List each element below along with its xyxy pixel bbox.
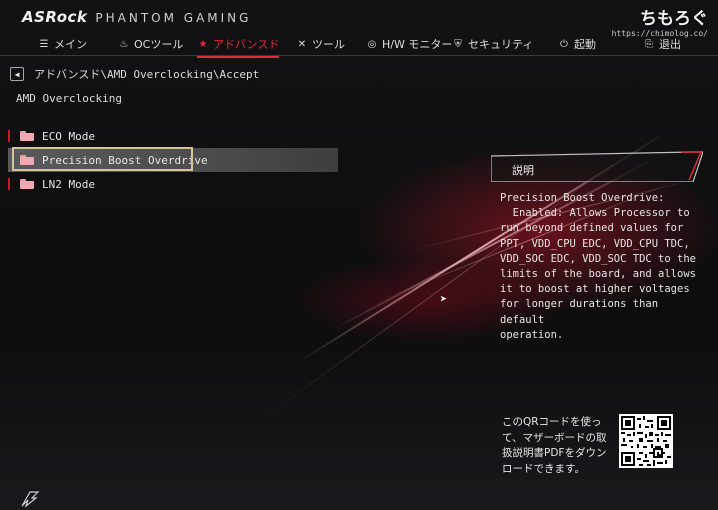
back-arrow-icon: ◀ bbox=[14, 69, 20, 79]
nav-tab-label: 起動 bbox=[574, 38, 596, 51]
list-icon: ☰ bbox=[39, 38, 49, 50]
nav-tab-label: ツール bbox=[312, 38, 345, 51]
nav-tab-oc-tools[interactable]: ♨ OCツール bbox=[118, 36, 184, 52]
nav-tab-boot[interactable]: ⏻ 起動 bbox=[558, 36, 596, 52]
flame-icon: ♨ bbox=[119, 38, 129, 50]
nav-tab-label: セキュリティ bbox=[468, 38, 534, 51]
nav-tab-label: OCツール bbox=[134, 38, 184, 51]
nav-tab-advanced[interactable]: ★ アドバンスド bbox=[197, 36, 280, 58]
page-title: AMD Overclocking bbox=[16, 92, 122, 105]
star-icon: ★ bbox=[198, 38, 208, 50]
main-nav: ☰ メイン ♨ OCツール ★ アドバンスド ✕ ツール ◎ H/W モニター … bbox=[0, 33, 718, 58]
menu-item-precision-boost-overdrive[interactable]: Precision Boost Overdrive bbox=[8, 147, 338, 172]
qr-note: このQRコードを使って、マザーボードの取扱説明書PDFをダウンロードできます。 bbox=[502, 416, 607, 475]
tools-icon: ✕ bbox=[297, 38, 307, 50]
menu-item-label: LN2 Mode bbox=[42, 177, 95, 191]
qr-code bbox=[619, 414, 673, 468]
nav-tab-label: メイン bbox=[54, 38, 87, 51]
breadcrumb-path: アドバンスド\AMD Overclocking\Accept bbox=[34, 68, 260, 81]
nav-tab-exit[interactable]: ⎘ 退出 bbox=[643, 36, 681, 52]
nav-tab-label: アドバンスド bbox=[213, 38, 280, 51]
menu-item-ln2-mode[interactable]: LN2 Mode bbox=[8, 172, 338, 196]
product-line: PHANTOM GAMING bbox=[95, 11, 252, 25]
item-marker bbox=[8, 130, 10, 142]
brand-name: ASRock bbox=[22, 8, 88, 26]
settings-menu: ECO Mode Precision Boost Overdrive LN2 M… bbox=[8, 124, 338, 196]
folder-icon bbox=[20, 131, 34, 141]
phantom-gaming-icon bbox=[21, 491, 40, 508]
monitor-gauge-icon: ◎ bbox=[367, 38, 377, 50]
asrock-logo: ASRock PHANTOM GAMING bbox=[22, 8, 251, 26]
power-icon: ⏻ bbox=[560, 38, 568, 50]
breadcrumb: ◀ アドバンスド\AMD Overclocking\Accept bbox=[10, 66, 259, 82]
item-marker bbox=[8, 178, 10, 190]
exit-icon: ⎘ bbox=[645, 38, 653, 50]
selection-frame bbox=[12, 147, 193, 171]
nav-tab-tools[interactable]: ✕ ツール bbox=[296, 36, 345, 52]
nav-tab-label: H/W モニター bbox=[382, 38, 453, 51]
nav-tab-label: 退出 bbox=[659, 38, 681, 51]
watermark-title: ちもろぐ bbox=[640, 9, 708, 29]
help-title: 説明 bbox=[512, 164, 534, 177]
folder-icon bbox=[20, 155, 34, 165]
mouse-cursor-icon: ➤ bbox=[440, 292, 448, 306]
nav-divider bbox=[0, 55, 718, 56]
nav-tab-main[interactable]: ☰ メイン bbox=[38, 36, 87, 52]
back-button[interactable]: ◀ bbox=[10, 67, 24, 81]
nav-tab-hw-monitor[interactable]: ◎ H/W モニター bbox=[366, 36, 453, 52]
folder-icon bbox=[20, 179, 34, 189]
menu-item-eco-mode[interactable]: ECO Mode bbox=[8, 124, 338, 148]
help-description: Precision Boost Overdrive: Enabled: Allo… bbox=[500, 192, 696, 341]
nav-tab-security[interactable]: ⛨ セキュリティ bbox=[452, 36, 533, 52]
shield-icon: ⛨ bbox=[454, 38, 462, 50]
menu-item-label: ECO Mode bbox=[42, 129, 95, 143]
